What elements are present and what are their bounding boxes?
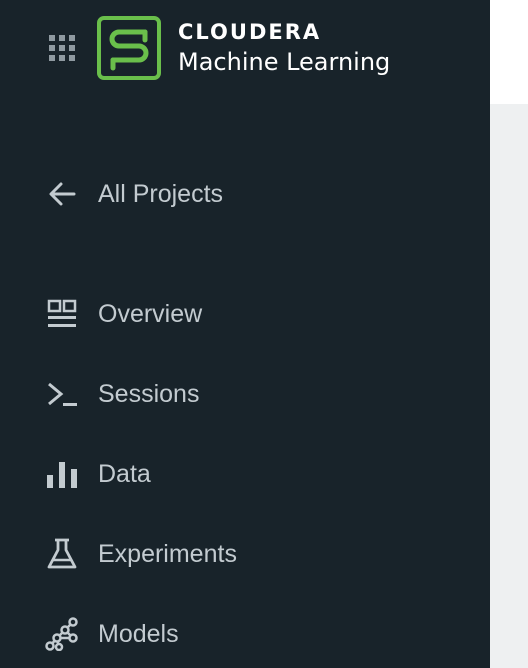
nav-item-sessions-label: Sessions bbox=[98, 379, 200, 408]
nav-item-experiments[interactable]: Experiments bbox=[0, 524, 490, 584]
nav-item-experiments-label: Experiments bbox=[98, 539, 237, 568]
nav-item-models[interactable]: Models bbox=[0, 604, 490, 664]
nav-item-overview[interactable]: Overview bbox=[0, 284, 490, 344]
arrow-left-icon bbox=[44, 176, 80, 212]
top-header-bar bbox=[490, 0, 528, 104]
terminal-icon bbox=[44, 376, 80, 412]
nav-item-overview-label: Overview bbox=[98, 299, 203, 328]
nav-all-projects[interactable]: All Projects bbox=[0, 164, 490, 224]
nav-item-data-label: Data bbox=[98, 459, 151, 488]
nav-item-data[interactable]: Data bbox=[0, 444, 490, 504]
brand-name: CLOUDERA bbox=[178, 20, 322, 44]
nav-all-projects-label: All Projects bbox=[98, 179, 224, 208]
brand-product-name: Machine Learning bbox=[178, 48, 391, 76]
nav-item-sessions[interactable]: Sessions bbox=[0, 364, 490, 424]
app-root: CLOUDERA Machine Learning All Projects O… bbox=[0, 0, 528, 668]
main-content-area bbox=[490, 104, 528, 668]
nav-item-models-label: Models bbox=[98, 619, 179, 648]
bar-chart-icon bbox=[44, 456, 80, 492]
network-nodes-icon bbox=[44, 616, 80, 652]
brand-title[interactable]: CLOUDERA Machine Learning bbox=[178, 20, 390, 78]
app-switcher-grid-icon[interactable] bbox=[49, 35, 75, 61]
sidebar: CLOUDERA Machine Learning All Projects O… bbox=[0, 0, 490, 668]
cloudera-logo-icon[interactable] bbox=[97, 16, 161, 80]
overview-icon bbox=[44, 296, 80, 332]
flask-icon bbox=[44, 536, 80, 572]
